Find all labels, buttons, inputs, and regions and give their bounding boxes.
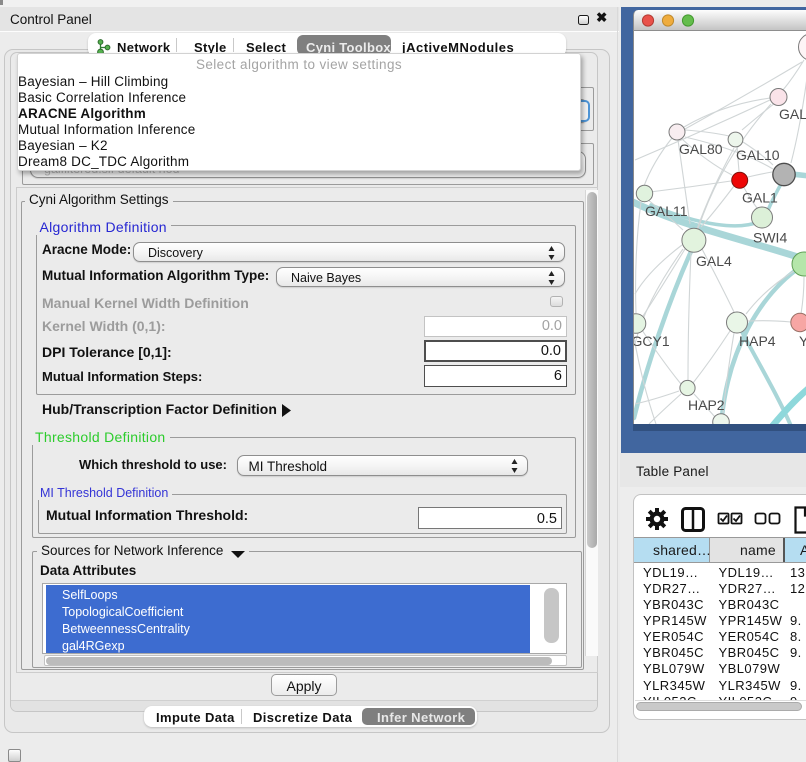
svg-text:SWI4: SWI4 bbox=[753, 230, 787, 246]
svg-text:GAL10: GAL10 bbox=[736, 147, 780, 163]
svg-text:GAL11: GAL11 bbox=[645, 203, 688, 219]
svg-text:HAP2: HAP2 bbox=[688, 397, 725, 413]
svg-text:GAL1: GAL1 bbox=[742, 190, 778, 206]
svg-text:GAL4: GAL4 bbox=[696, 253, 732, 269]
svg-text:GAL80: GAL80 bbox=[679, 141, 723, 157]
svg-text:GAL2: GAL2 bbox=[779, 106, 806, 122]
svg-text:Y: Y bbox=[799, 333, 806, 349]
svg-text:GCY1: GCY1 bbox=[634, 333, 670, 349]
svg-text:HAP4: HAP4 bbox=[739, 333, 776, 349]
